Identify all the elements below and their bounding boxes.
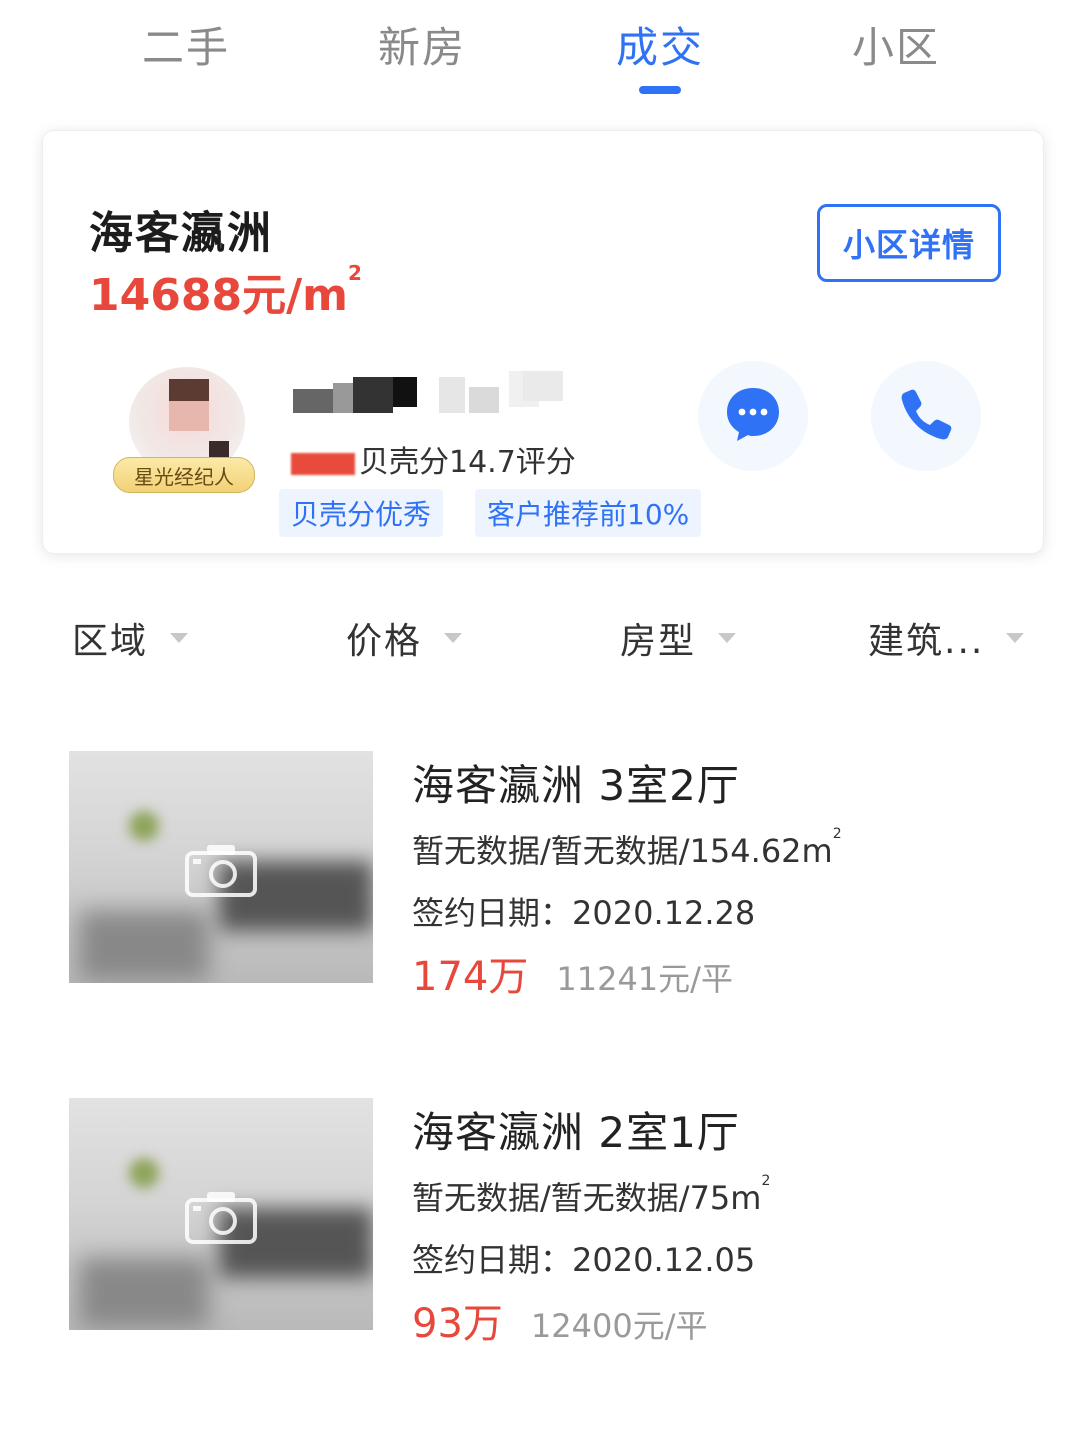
tab-deals[interactable]: 成交: [560, 14, 760, 75]
tab-second-hand[interactable]: 二手: [86, 14, 286, 75]
phone-icon: [896, 384, 956, 448]
listing-total-price: 93万: [412, 1301, 503, 1347]
filter-area[interactable]: 区域: [72, 612, 189, 664]
camera-icon: [185, 841, 257, 901]
agent-score: 贝壳分14.7评分: [291, 437, 576, 481]
chat-button[interactable]: [698, 361, 808, 471]
community-detail-button[interactable]: 小区详情: [817, 204, 1001, 282]
listing-meta: 暂无数据/暂无数据/154.62m2: [412, 826, 842, 870]
community-price: 14688元/m2: [89, 261, 362, 321]
listing-title: 海客瀛洲 2室1厅: [412, 1108, 740, 1157]
listing-unit-price: 11241元/平: [556, 960, 733, 998]
listing-unit-price: 12400元/平: [530, 1307, 708, 1345]
chevron-down-icon: [718, 633, 737, 643]
camera-icon: [185, 1188, 257, 1248]
filter-building[interactable]: 建筑...: [868, 612, 1025, 664]
listing-photo: [69, 751, 373, 983]
call-button[interactable]: [871, 361, 981, 471]
top-tab-bar: 二手 新房 成交 小区: [0, 0, 1080, 110]
listing-price-row: 93万 12400元/平: [412, 1291, 708, 1349]
tab-community[interactable]: 小区: [796, 14, 996, 75]
listing-photo: [69, 1098, 373, 1330]
chevron-down-icon: [1006, 633, 1025, 643]
agent-tag-recommend: 客户推荐前10%: [475, 489, 702, 537]
listing-price-row: 174万 11241元/平: [412, 944, 733, 1002]
agent-badge: 星光经纪人: [113, 457, 255, 493]
tab-new-house[interactable]: 新房: [322, 14, 522, 75]
chevron-down-icon: [170, 633, 189, 643]
active-tab-indicator: [639, 86, 681, 94]
chevron-down-icon: [444, 633, 463, 643]
chat-icon: [723, 384, 783, 448]
filter-layout[interactable]: 房型: [620, 612, 737, 664]
community-card: 海客瀛洲 14688元/m2 小区详情 星光经纪人 贝壳分14.7评分 贝壳分优…: [42, 130, 1044, 554]
listing-sign-date: 签约日期：2020.12.28: [412, 894, 756, 932]
agent-tag-score: 贝壳分优秀: [279, 489, 444, 537]
listing-sign-date: 签约日期：2020.12.05: [412, 1241, 756, 1279]
agent-name-redacted: [293, 371, 583, 421]
community-name: 海客瀛洲: [89, 208, 273, 259]
listing-total-price: 174万: [412, 954, 529, 1000]
filter-price[interactable]: 价格: [346, 612, 463, 664]
listing-title: 海客瀛洲 3室2厅: [412, 761, 740, 810]
listing-meta: 暂无数据/暂无数据/75m2: [412, 1173, 771, 1217]
